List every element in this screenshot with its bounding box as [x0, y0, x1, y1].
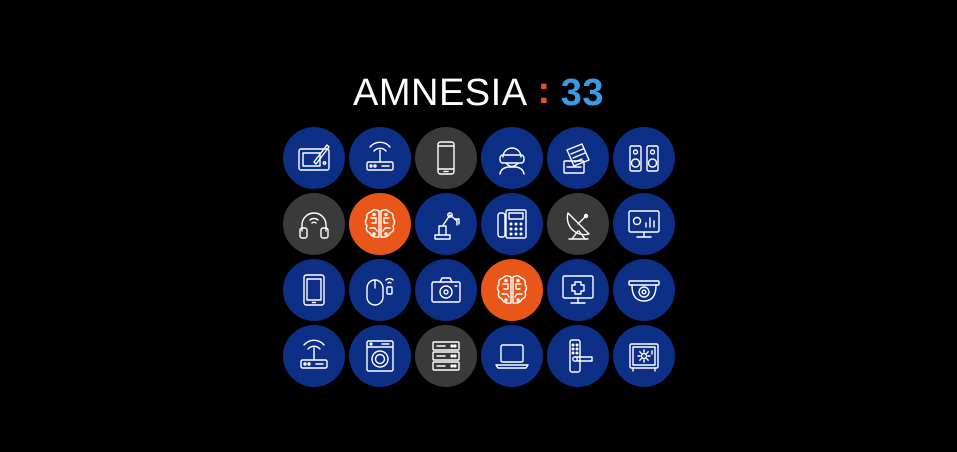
- icon-tile: [283, 325, 345, 387]
- wifi-router-icon: [294, 336, 334, 376]
- icon-tile: [349, 325, 411, 387]
- icon-tile: [349, 259, 411, 321]
- icon-tile: [481, 259, 543, 321]
- icon-tile: [547, 193, 609, 255]
- speakers-icon: [624, 138, 664, 178]
- smart-mouse-icon: [360, 270, 400, 310]
- icon-tile: [481, 325, 543, 387]
- icon-tile: [547, 127, 609, 189]
- logo-number: 33: [560, 72, 604, 114]
- logo: AMNESIA:33: [0, 68, 957, 118]
- medical-monitor-icon: [558, 270, 598, 310]
- robotic-arm-icon: [426, 204, 466, 244]
- stage: AMNESIA:33: [0, 0, 957, 452]
- icon-tile: [283, 259, 345, 321]
- printer-documents-icon: [558, 138, 598, 178]
- presentation-monitor-icon: [624, 204, 664, 244]
- icon-tile: [613, 259, 675, 321]
- icon-tile: [547, 259, 609, 321]
- icon-tile: [481, 127, 543, 189]
- washing-machine-icon: [360, 336, 400, 376]
- icon-tile: [415, 259, 477, 321]
- icon-tile: [415, 193, 477, 255]
- smart-door-lock-icon: [558, 336, 598, 376]
- icon-tile: [283, 193, 345, 255]
- icon-grid: [281, 125, 677, 389]
- icon-tile: [613, 325, 675, 387]
- icon-tile: [415, 127, 477, 189]
- satellite-dish-icon: [558, 204, 598, 244]
- icon-tile: [481, 193, 543, 255]
- smartphone-icon: [426, 138, 466, 178]
- logo-separator: :: [537, 70, 551, 112]
- smart-safe-icon: [624, 336, 664, 376]
- icon-tile: [349, 127, 411, 189]
- desk-phone-icon: [492, 204, 532, 244]
- laptop-icon: [492, 336, 532, 376]
- camera-icon: [426, 270, 466, 310]
- icon-tile: [547, 325, 609, 387]
- security-camera-icon: [624, 270, 664, 310]
- brain-circuit-icon: [360, 204, 400, 244]
- icon-tile: [415, 325, 477, 387]
- wifi-router-icon: [360, 138, 400, 178]
- brain-circuit-icon: [492, 270, 532, 310]
- logo-word: AMNESIA: [353, 72, 528, 114]
- server-rack-icon: [426, 336, 466, 376]
- tablet-icon: [294, 270, 334, 310]
- drawing-tablet-icon: [294, 138, 334, 178]
- icon-tile: [613, 193, 675, 255]
- vr-headset-person-icon: [492, 138, 532, 178]
- wireless-headphones-icon: [294, 204, 334, 244]
- icon-tile: [613, 127, 675, 189]
- icon-tile: [349, 193, 411, 255]
- icon-tile: [283, 127, 345, 189]
